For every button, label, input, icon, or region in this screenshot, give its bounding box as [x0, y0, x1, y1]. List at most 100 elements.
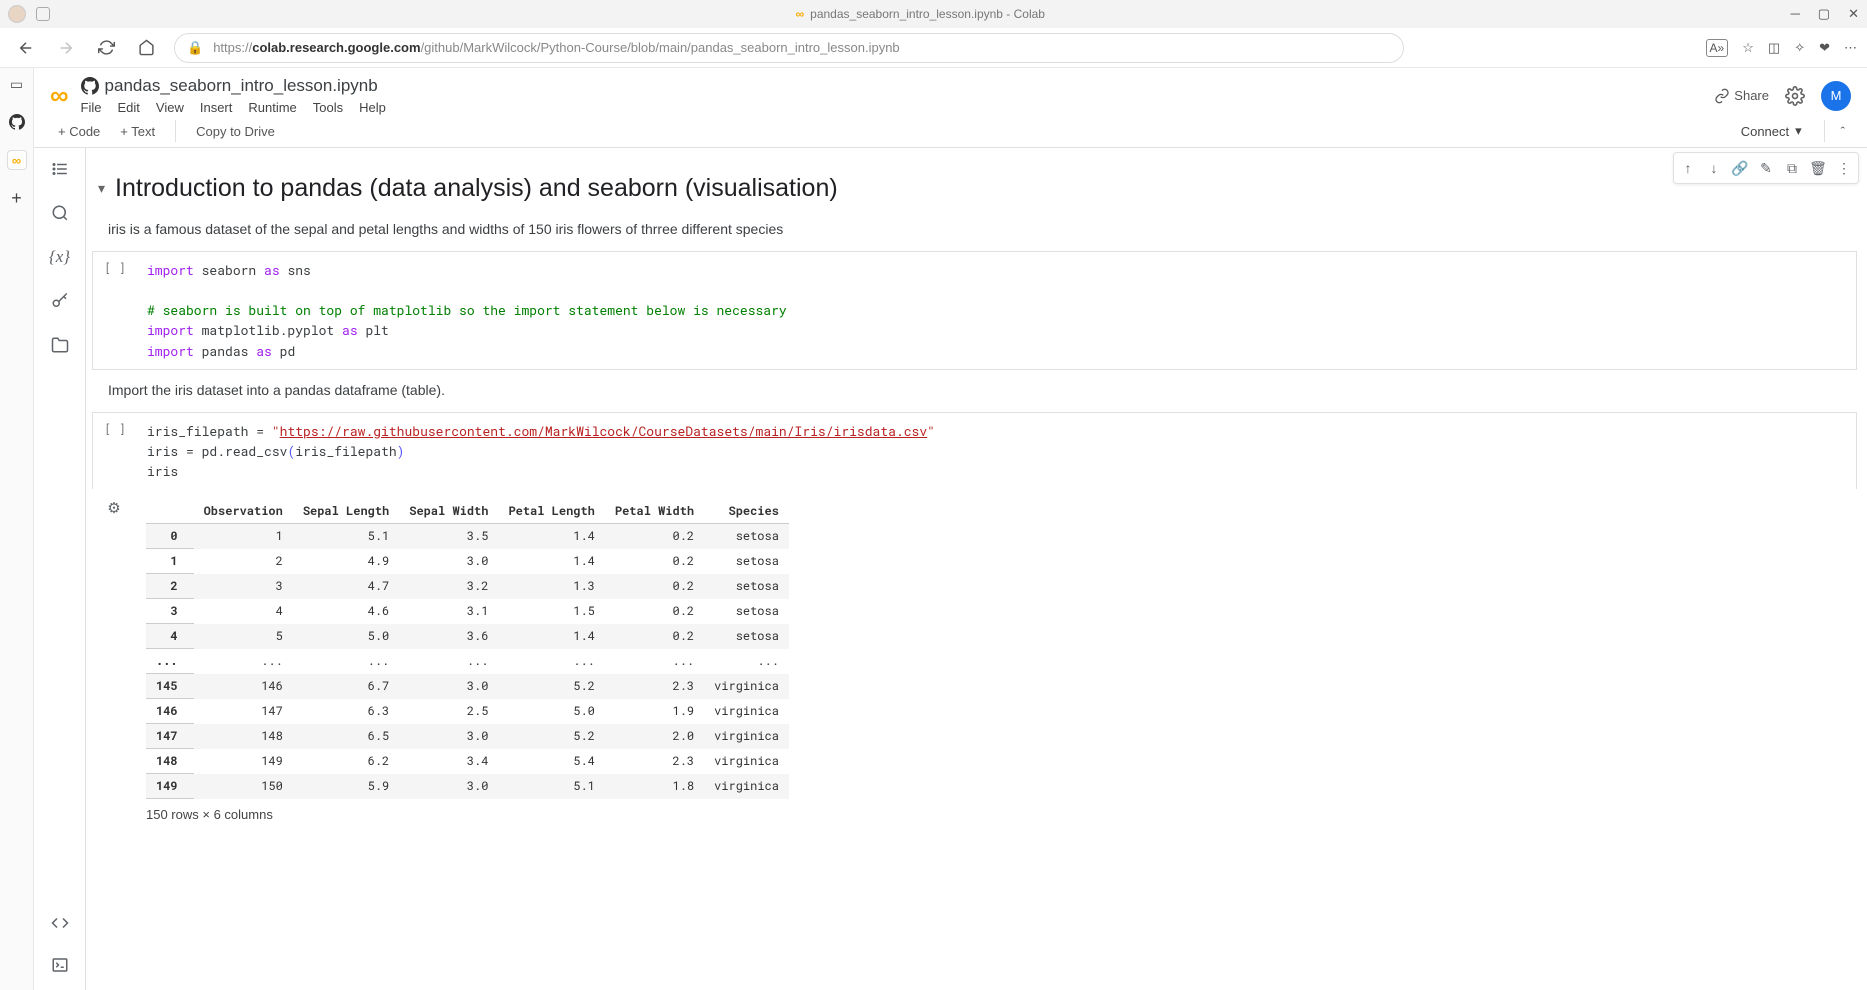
home-button[interactable]	[130, 32, 162, 64]
menu-edit[interactable]: Edit	[118, 100, 140, 115]
copy-to-drive-button[interactable]: Copy to Drive	[188, 120, 283, 143]
read-aloud-icon[interactable]: A»	[1706, 39, 1729, 57]
colab-app: ∞ pandas_seaborn_intro_lesson.ipynb File…	[34, 68, 1867, 990]
table-row: 1451466.73.05.22.3virginica	[146, 674, 789, 699]
menu-bar: File Edit View Insert Runtime Tools Help	[81, 100, 386, 115]
add-text-button[interactable]: + Text	[112, 120, 163, 143]
collapse-toggle-icon[interactable]: ▾	[98, 180, 105, 197]
separator	[175, 120, 176, 142]
menu-file[interactable]: File	[81, 100, 102, 115]
table-row: 015.13.51.40.2setosa	[146, 524, 789, 549]
menu-view[interactable]: View	[156, 100, 184, 115]
expand-button[interactable]: ˆ	[1835, 121, 1851, 142]
connect-button[interactable]: Connect ▾	[1735, 119, 1808, 143]
browser-titlebar: ∞ pandas_seaborn_intro_lesson.ipynb - Co…	[0, 0, 1867, 28]
table-row: 1481496.23.45.42.3virginica	[146, 749, 789, 774]
notebook-filename[interactable]: pandas_seaborn_intro_lesson.ipynb	[105, 76, 378, 96]
back-button[interactable]	[10, 32, 42, 64]
table-row: 344.63.11.50.2setosa	[146, 599, 789, 624]
output-settings-icon[interactable]: ⚙	[107, 499, 120, 832]
delete-icon[interactable]: 🗑	[1806, 156, 1830, 180]
maximize-button[interactable]: ▢	[1818, 6, 1830, 22]
secrets-icon[interactable]	[49, 290, 71, 312]
terminal-icon[interactable]	[49, 954, 71, 976]
code-body-1[interactable]: import seaborn as sns # seaborn is built…	[137, 252, 1856, 369]
table-header: Observation	[194, 499, 293, 524]
code-cell-1[interactable]: [ ] import seaborn as sns # seaborn is b…	[92, 251, 1857, 370]
table-row: .....................	[146, 649, 789, 674]
table-header: Sepal Length	[293, 499, 399, 524]
browser-sidebar: ▭ ∞ +	[0, 68, 34, 990]
forward-button[interactable]	[50, 32, 82, 64]
github-icon[interactable]	[7, 112, 27, 132]
copilot-icon[interactable]: ▭	[7, 74, 27, 94]
menu-runtime[interactable]: Runtime	[248, 100, 296, 115]
output-cell-2: ⚙ ObservationSepal LengthSepal WidthPeta…	[92, 493, 1857, 832]
colab-favicon: ∞	[796, 7, 805, 21]
table-header: Species	[704, 499, 789, 524]
user-avatar[interactable]: M	[1821, 81, 1851, 111]
more-icon[interactable]: ⋯	[1844, 40, 1857, 56]
move-up-icon[interactable]: ↑	[1676, 156, 1700, 180]
table-header: Petal Length	[498, 499, 604, 524]
favorite-icon[interactable]: ☆	[1742, 40, 1754, 56]
add-tab-icon[interactable]: +	[7, 188, 27, 208]
text-cell-2[interactable]: Import the iris dataset into a pandas da…	[92, 374, 1857, 412]
colab-logo-icon[interactable]: ∞	[50, 80, 67, 111]
search-icon[interactable]	[49, 202, 71, 224]
table-header: Petal Width	[605, 499, 704, 524]
code-body-2[interactable]: iris_filepath = "https://raw.githubuserc…	[137, 413, 1856, 489]
connect-label: Connect	[1741, 124, 1789, 139]
cell-toolbar: ↑ ↓ 🔗 ✎ ⧉ 🗑 ⋮	[1673, 152, 1859, 184]
table-row: 124.93.01.40.2setosa	[146, 549, 789, 574]
refresh-button[interactable]	[90, 32, 122, 64]
cell-more-icon[interactable]: ⋮	[1832, 156, 1856, 180]
workspace-icon[interactable]	[36, 7, 50, 21]
colab-header: ∞ pandas_seaborn_intro_lesson.ipynb File…	[34, 68, 1867, 115]
variables-icon[interactable]: {x}	[49, 246, 71, 268]
heading-text: Introduction to pandas (data analysis) a…	[115, 174, 838, 203]
tab-title: pandas_seaborn_intro_lesson.ipynb - Cola…	[810, 7, 1045, 21]
table-row: 1461476.32.55.01.9virginica	[146, 699, 789, 724]
toc-icon[interactable]	[49, 158, 71, 180]
collections-icon[interactable]: ✧	[1794, 40, 1805, 56]
address-bar[interactable]: 🔒 https://colab.research.google.com/gith…	[174, 33, 1404, 63]
notebook-content[interactable]: ↑ ↓ 🔗 ✎ ⧉ 🗑 ⋮ ▾ Introduction to pandas (…	[86, 148, 1867, 990]
add-code-button[interactable]: + Code	[50, 120, 108, 143]
files-icon[interactable]	[49, 334, 71, 356]
action-bar: + Code + Text Copy to Drive Connect ▾ ˆ	[34, 115, 1867, 148]
table-footer: 150 rows × 6 columns	[146, 807, 789, 822]
close-button[interactable]: ✕	[1848, 6, 1859, 22]
table-row: 455.03.61.40.2setosa	[146, 624, 789, 649]
minimize-button[interactable]: ─	[1791, 6, 1800, 22]
menu-help[interactable]: Help	[359, 100, 386, 115]
table-row: 234.73.21.30.2setosa	[146, 574, 789, 599]
settings-icon[interactable]	[1785, 86, 1805, 106]
table-header	[146, 499, 194, 524]
code-cell-2[interactable]: [ ] iris_filepath = "https://raw.githubu…	[92, 412, 1857, 489]
split-icon[interactable]: ◫	[1768, 40, 1780, 56]
share-button[interactable]: Share	[1714, 88, 1769, 104]
text-cell-1[interactable]: iris is a famous dataset of the sepal an…	[92, 213, 1857, 251]
heading-cell[interactable]: ▾ Introduction to pandas (data analysis)…	[92, 168, 1857, 213]
run-cell-button[interactable]: [ ]	[93, 252, 137, 369]
move-down-icon[interactable]: ↓	[1702, 156, 1726, 180]
lock-icon: 🔒	[187, 40, 203, 56]
table-row: 1471486.53.05.22.0virginica	[146, 724, 789, 749]
mirror-icon[interactable]: ⧉	[1780, 156, 1804, 180]
edit-icon[interactable]: ✎	[1754, 156, 1778, 180]
menu-tools[interactable]: Tools	[313, 100, 343, 115]
browser-toolbar: 🔒 https://colab.research.google.com/gith…	[0, 28, 1867, 68]
code-snippets-icon[interactable]	[49, 912, 71, 934]
extensions-icon[interactable]: ❤	[1819, 40, 1830, 56]
link-icon[interactable]: 🔗	[1728, 156, 1752, 180]
colab-sidebar: {x}	[34, 148, 86, 990]
github-source-icon	[81, 77, 99, 95]
colab-tab-icon[interactable]: ∞	[7, 150, 27, 170]
url-text: https://colab.research.google.com/github…	[213, 40, 899, 55]
share-label: Share	[1734, 88, 1769, 103]
menu-insert[interactable]: Insert	[200, 100, 233, 115]
profile-avatar[interactable]	[8, 5, 26, 23]
dataframe-table: ObservationSepal LengthSepal WidthPetal …	[146, 499, 789, 799]
run-cell-button[interactable]: [ ]	[93, 413, 137, 489]
